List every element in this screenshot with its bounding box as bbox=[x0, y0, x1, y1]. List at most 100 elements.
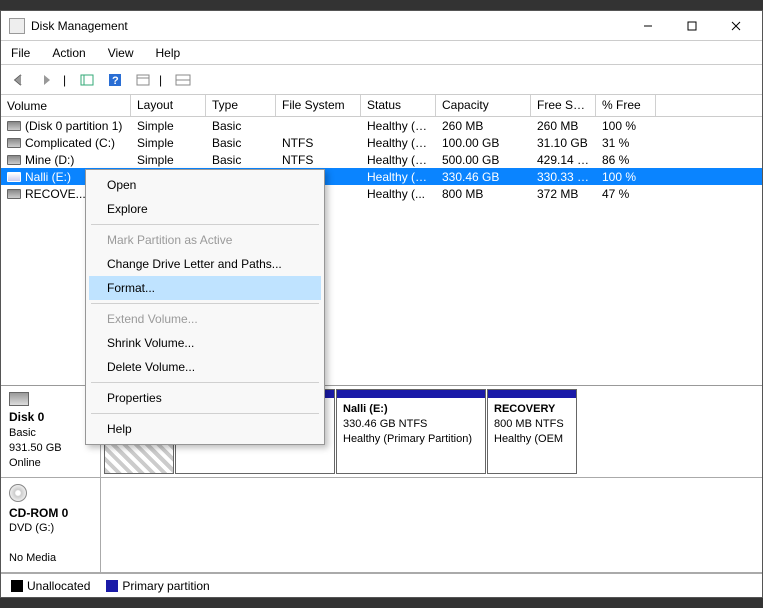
view-icon[interactable] bbox=[75, 69, 99, 91]
volume-icon bbox=[7, 155, 21, 165]
cell-capacity: 100.00 GB bbox=[436, 135, 531, 151]
col-filesystem[interactable]: File System bbox=[276, 95, 361, 116]
settings-icon[interactable] bbox=[131, 69, 155, 91]
toolbar: | ? | bbox=[1, 65, 762, 95]
list-icon[interactable] bbox=[171, 69, 195, 91]
partition[interactable]: RECOVERY800 MB NTFSHealthy (OEM bbox=[487, 389, 577, 473]
cell-capacity: 500.00 GB bbox=[436, 152, 531, 168]
table-row[interactable]: Mine (D:) SimpleBasicNTFSHealthy (P...500… bbox=[1, 151, 762, 168]
swatch-blue bbox=[106, 580, 118, 592]
cell-status: Healthy (P... bbox=[361, 152, 436, 168]
legend-primary: Primary partition bbox=[106, 579, 209, 593]
legend-unallocated: Unallocated bbox=[11, 579, 90, 593]
cell-free: 429.14 GB bbox=[531, 152, 596, 168]
cell-free: 330.33 GB bbox=[531, 169, 596, 185]
ctx-change-letter[interactable]: Change Drive Letter and Paths... bbox=[89, 252, 321, 276]
cell-fs bbox=[276, 125, 361, 127]
cell-volume: Complicated (C:) bbox=[25, 136, 115, 150]
minimize-button[interactable] bbox=[626, 12, 670, 40]
close-button[interactable] bbox=[714, 12, 758, 40]
titlebar: Disk Management bbox=[1, 11, 762, 41]
col-percent[interactable]: % Free bbox=[596, 95, 656, 116]
ctx-shrink[interactable]: Shrink Volume... bbox=[89, 331, 321, 355]
cell-layout: Simple bbox=[131, 118, 206, 134]
ctx-help[interactable]: Help bbox=[89, 417, 321, 441]
cell-percent: 100 % bbox=[596, 118, 656, 134]
menu-view[interactable]: View bbox=[104, 44, 138, 62]
cell-fs: NTFS bbox=[276, 152, 361, 168]
svg-text:?: ? bbox=[112, 75, 119, 87]
disk-management-window: Disk Management File Action View Help | … bbox=[0, 10, 763, 598]
cell-status: Healthy (... bbox=[361, 186, 436, 202]
ctx-mark-active: Mark Partition as Active bbox=[89, 228, 321, 252]
volume-icon bbox=[7, 189, 21, 199]
cell-volume: Nalli (E:) bbox=[25, 170, 71, 184]
volume-icon bbox=[7, 138, 21, 148]
column-headers: Volume Layout Type File System Status Ca… bbox=[1, 95, 762, 117]
separator bbox=[91, 382, 319, 383]
col-volume[interactable]: Volume bbox=[1, 95, 131, 116]
maximize-button[interactable] bbox=[670, 12, 714, 40]
cell-percent: 100 % bbox=[596, 169, 656, 185]
separator bbox=[91, 224, 319, 225]
cdrom-partitions bbox=[101, 478, 762, 572]
col-layout[interactable]: Layout bbox=[131, 95, 206, 116]
col-capacity[interactable]: Capacity bbox=[436, 95, 531, 116]
volume-icon bbox=[7, 121, 21, 131]
partition-size: 330.46 GB NTFS bbox=[343, 418, 427, 430]
table-row[interactable]: Complicated (C:)SimpleBasicNTFSHealthy (… bbox=[1, 134, 762, 151]
ctx-format[interactable]: Format... bbox=[89, 276, 321, 300]
forward-button[interactable] bbox=[35, 69, 59, 91]
partition-status: Healthy (OEM bbox=[494, 433, 563, 445]
col-status[interactable]: Status bbox=[361, 95, 436, 116]
partition-status: Healthy (Primary Partition) bbox=[343, 433, 472, 445]
menu-action[interactable]: Action bbox=[48, 44, 89, 62]
table-row[interactable]: (Disk 0 partition 1) SimpleBasic Healthy (… bbox=[1, 117, 762, 134]
back-button[interactable] bbox=[7, 69, 31, 91]
col-free[interactable]: Free Spa... bbox=[531, 95, 596, 116]
help-icon[interactable]: ? bbox=[103, 69, 127, 91]
cell-volume: (Disk 0 partition 1) bbox=[25, 119, 122, 133]
cell-capacity: 330.46 GB bbox=[436, 169, 531, 185]
partition-size: 800 MB NTFS bbox=[494, 418, 564, 430]
cell-percent: 31 % bbox=[596, 135, 656, 151]
disk-0-name: Disk 0 bbox=[9, 410, 44, 424]
cell-type: Basic bbox=[206, 118, 276, 134]
cell-status: Healthy (P... bbox=[361, 169, 436, 185]
ctx-delete[interactable]: Delete Volume... bbox=[89, 355, 321, 379]
ctx-explore[interactable]: Explore bbox=[89, 197, 321, 221]
separator bbox=[91, 413, 319, 414]
cdrom-row[interactable]: CD-ROM 0 DVD (G:) No Media bbox=[1, 478, 762, 573]
swatch-black bbox=[11, 580, 23, 592]
menubar: File Action View Help bbox=[1, 41, 762, 65]
cell-volume: RECOVE... bbox=[25, 187, 86, 201]
disk-0-status: Online bbox=[9, 457, 41, 469]
cell-volume: Mine (D:) bbox=[25, 153, 74, 167]
col-type[interactable]: Type bbox=[206, 95, 276, 116]
cd-icon bbox=[9, 484, 27, 502]
app-icon bbox=[9, 18, 25, 34]
menu-help[interactable]: Help bbox=[152, 44, 185, 62]
ctx-properties[interactable]: Properties bbox=[89, 386, 321, 410]
context-menu: Open Explore Mark Partition as Active Ch… bbox=[85, 169, 325, 445]
menu-file[interactable]: File bbox=[7, 44, 34, 62]
cell-percent: 86 % bbox=[596, 152, 656, 168]
cdrom-name: CD-ROM 0 bbox=[9, 506, 68, 520]
disk-0-type: Basic bbox=[9, 427, 36, 439]
separator: | bbox=[159, 73, 167, 87]
cell-layout: Simple bbox=[131, 152, 206, 168]
cell-capacity: 800 MB bbox=[436, 186, 531, 202]
disk-0-size: 931.50 GB bbox=[9, 442, 62, 454]
cell-status: Healthy (E... bbox=[361, 118, 436, 134]
separator bbox=[91, 303, 319, 304]
cell-free: 260 MB bbox=[531, 118, 596, 134]
partition[interactable]: Nalli (E:)330.46 GB NTFSHealthy (Primary… bbox=[336, 389, 486, 473]
ctx-extend: Extend Volume... bbox=[89, 307, 321, 331]
cell-free: 372 MB bbox=[531, 186, 596, 202]
cdrom-label: CD-ROM 0 DVD (G:) No Media bbox=[1, 478, 101, 572]
stripe bbox=[488, 390, 576, 398]
cell-capacity: 260 MB bbox=[436, 118, 531, 134]
ctx-open[interactable]: Open bbox=[89, 173, 321, 197]
cell-fs: NTFS bbox=[276, 135, 361, 151]
cell-type: Basic bbox=[206, 152, 276, 168]
